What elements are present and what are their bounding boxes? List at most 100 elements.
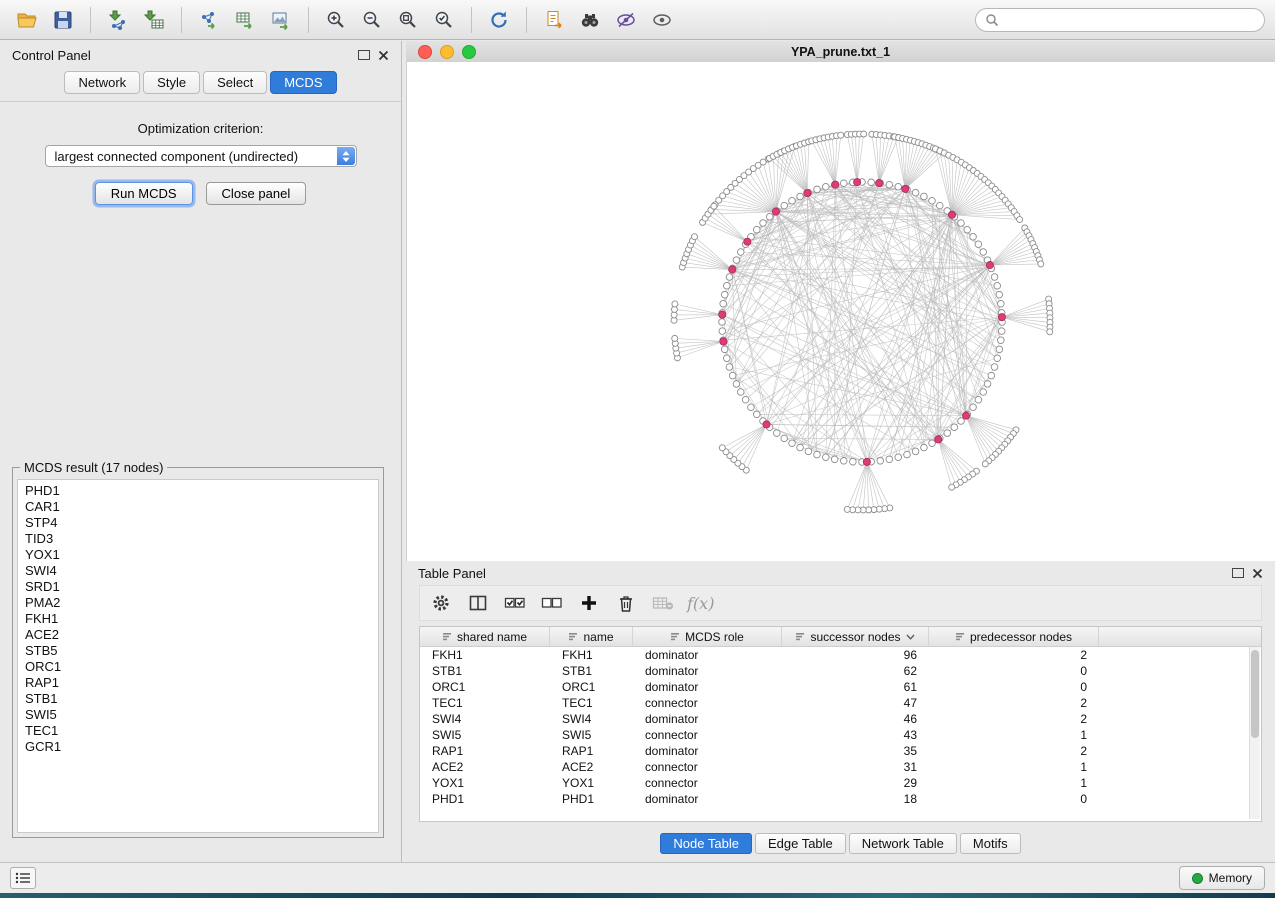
network-node[interactable]: [719, 328, 726, 335]
show-all-button[interactable]: [645, 5, 679, 35]
delete-column-button[interactable]: [611, 589, 641, 617]
close-panel-button[interactable]: Close panel: [206, 182, 307, 205]
tab-network[interactable]: Network: [64, 71, 140, 94]
export-image-button[interactable]: [264, 5, 298, 35]
network-node[interactable]: [991, 274, 998, 281]
tab-node-table[interactable]: Node Table: [660, 833, 752, 854]
network-node[interactable]: [760, 220, 767, 227]
network-node[interactable]: [970, 233, 977, 240]
find-button[interactable]: [573, 5, 607, 35]
table-settings-button[interactable]: [426, 589, 456, 617]
network-node[interactable]: [781, 202, 788, 209]
table-row[interactable]: SWI5SWI5connector431: [420, 727, 1261, 743]
network-hub-node-SWI4[interactable]: [902, 185, 909, 192]
network-node[interactable]: [822, 183, 829, 190]
zoom-fit-button[interactable]: [391, 5, 425, 35]
network-node[interactable]: [733, 381, 740, 388]
network-node[interactable]: [729, 372, 736, 379]
network-node[interactable]: [904, 451, 911, 458]
network-hub-node-STP4[interactable]: [832, 181, 839, 188]
network-node[interactable]: [721, 291, 728, 298]
network-node[interactable]: [912, 189, 919, 196]
mcds-result-item[interactable]: STB5: [25, 643, 371, 659]
open-file-button[interactable]: [10, 5, 44, 35]
network-node[interactable]: [929, 440, 936, 447]
network-hub-node-GCR1[interactable]: [744, 238, 751, 245]
network-leaf-node[interactable]: [1017, 217, 1023, 223]
select-all-rows-button[interactable]: [500, 589, 530, 617]
zoom-out-button[interactable]: [355, 5, 389, 35]
network-node[interactable]: [998, 328, 1005, 335]
network-hub-node-TEC1[interactable]: [729, 266, 736, 273]
close-window-icon[interactable]: [418, 45, 432, 59]
tab-motifs[interactable]: Motifs: [960, 833, 1021, 854]
network-node[interactable]: [929, 197, 936, 204]
mcds-result-item[interactable]: PHD1: [25, 483, 371, 499]
network-node[interactable]: [958, 220, 965, 227]
network-node[interactable]: [753, 411, 760, 418]
network-hub-node-PMA2[interactable]: [986, 261, 993, 268]
table-row[interactable]: FKH1FKH1dominator962: [420, 647, 1261, 663]
network-node[interactable]: [980, 249, 987, 256]
network-node[interactable]: [996, 291, 1003, 298]
network-node[interactable]: [733, 257, 740, 264]
network-node[interactable]: [822, 454, 829, 461]
network-leaf-node[interactable]: [949, 484, 955, 490]
network-hub-node-SWI5[interactable]: [719, 311, 726, 318]
network-hub-node-YOX1[interactable]: [875, 179, 882, 186]
mcds-result-item[interactable]: RAP1: [25, 675, 371, 691]
export-network-button[interactable]: [192, 5, 226, 35]
network-node[interactable]: [895, 183, 902, 190]
network-leaf-node[interactable]: [711, 203, 717, 209]
network-hub-node-ACE2[interactable]: [962, 412, 969, 419]
network-node[interactable]: [723, 282, 730, 289]
network-leaf-node[interactable]: [861, 131, 867, 137]
column-header-successor-nodes[interactable]: successor nodes: [782, 627, 929, 646]
network-node[interactable]: [850, 458, 857, 465]
tab-mcds[interactable]: MCDS: [270, 71, 336, 94]
network-node[interactable]: [789, 440, 796, 447]
network-node[interactable]: [991, 364, 998, 371]
save-session-button[interactable]: [46, 5, 80, 35]
zoom-selected-button[interactable]: [427, 5, 461, 35]
table-row[interactable]: YOX1YOX1connector291: [420, 775, 1261, 791]
network-node[interactable]: [936, 202, 943, 209]
network-node[interactable]: [886, 181, 893, 188]
table-row[interactable]: ACE2ACE2connector311: [420, 759, 1261, 775]
table-row[interactable]: SWI4SWI4dominator462: [420, 711, 1261, 727]
network-node[interactable]: [720, 300, 727, 307]
tab-network-table[interactable]: Network Table: [849, 833, 957, 854]
close-panel-icon[interactable]: [378, 50, 389, 61]
network-node[interactable]: [726, 274, 733, 281]
mcds-result-item[interactable]: PMA2: [25, 595, 371, 611]
network-node[interactable]: [958, 418, 965, 425]
float-panel-icon[interactable]: [1232, 568, 1244, 578]
run-mcds-button[interactable]: Run MCDS: [95, 182, 193, 205]
chevron-down-icon[interactable]: [906, 634, 915, 640]
network-node[interactable]: [805, 448, 812, 455]
column-header-name[interactable]: name: [550, 627, 633, 646]
network-hub-node-CAR1[interactable]: [804, 190, 811, 197]
network-node[interactable]: [951, 424, 958, 431]
network-node[interactable]: [912, 448, 919, 455]
criterion-dropdown[interactable]: largest connected component (undirected): [45, 145, 357, 167]
table-row[interactable]: RAP1RAP1dominator352: [420, 743, 1261, 759]
network-node[interactable]: [998, 300, 1005, 307]
mcds-result-item[interactable]: SWI4: [25, 563, 371, 579]
network-node[interactable]: [970, 404, 977, 411]
mcds-result-item[interactable]: CAR1: [25, 499, 371, 515]
network-hub-node-STB5[interactable]: [935, 436, 942, 443]
show-columns-button[interactable]: [463, 589, 493, 617]
mcds-result-item[interactable]: STB1: [25, 691, 371, 707]
network-node[interactable]: [868, 179, 875, 186]
close-panel-icon[interactable]: [1252, 568, 1263, 579]
network-node[interactable]: [984, 381, 991, 388]
network-canvas[interactable]: [406, 62, 1275, 561]
share-network-button[interactable]: [537, 5, 571, 35]
network-node[interactable]: [996, 346, 1003, 353]
network-node[interactable]: [766, 213, 773, 220]
network-node[interactable]: [737, 249, 744, 256]
network-hub-node-RAP1[interactable]: [763, 421, 770, 428]
mcds-result-item[interactable]: SWI5: [25, 707, 371, 723]
mcds-result-item[interactable]: SRD1: [25, 579, 371, 595]
